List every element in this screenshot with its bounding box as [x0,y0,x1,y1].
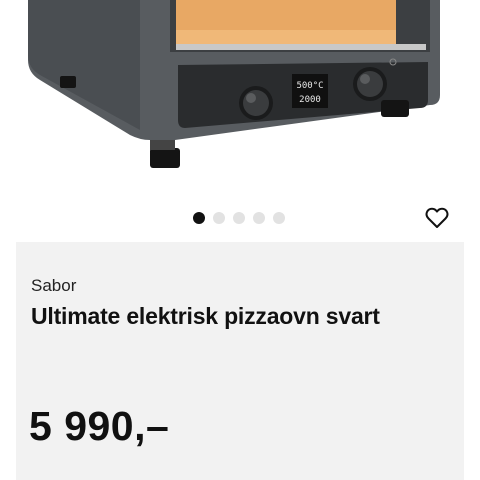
carousel-dot-2[interactable] [213,212,225,224]
pizza-oven-image: 500°C 2000 [28,0,440,168]
oven-stone-edge [176,44,426,50]
display-line-1: 500°C [296,81,323,91]
product-price: 5 990,– [29,403,170,449]
favorite-button[interactable] [423,204,451,232]
oven-foot-front-left [150,148,180,168]
product-image[interactable]: 500°C 2000 [0,0,480,200]
carousel-dot-1[interactable] [193,212,205,224]
display-line-2: 2000 [299,95,321,105]
oven-interior-glow [176,30,396,44]
carousel-dot-4[interactable] [253,212,265,224]
oven-foot-front-right [381,100,409,117]
carousel-dots [193,212,285,224]
oven-side-panel [28,0,140,130]
heart-outline-icon [425,207,449,228]
product-title: Ultimate elektrisk pizzaovn svart [31,303,380,329]
carousel-dot-5[interactable] [273,212,285,224]
product-brand[interactable]: Sabor [31,276,76,296]
carousel-dot-3[interactable] [233,212,245,224]
left-knob-cap [243,90,269,116]
right-knob-cap [357,71,383,97]
oven-foot-back-left [60,76,76,88]
